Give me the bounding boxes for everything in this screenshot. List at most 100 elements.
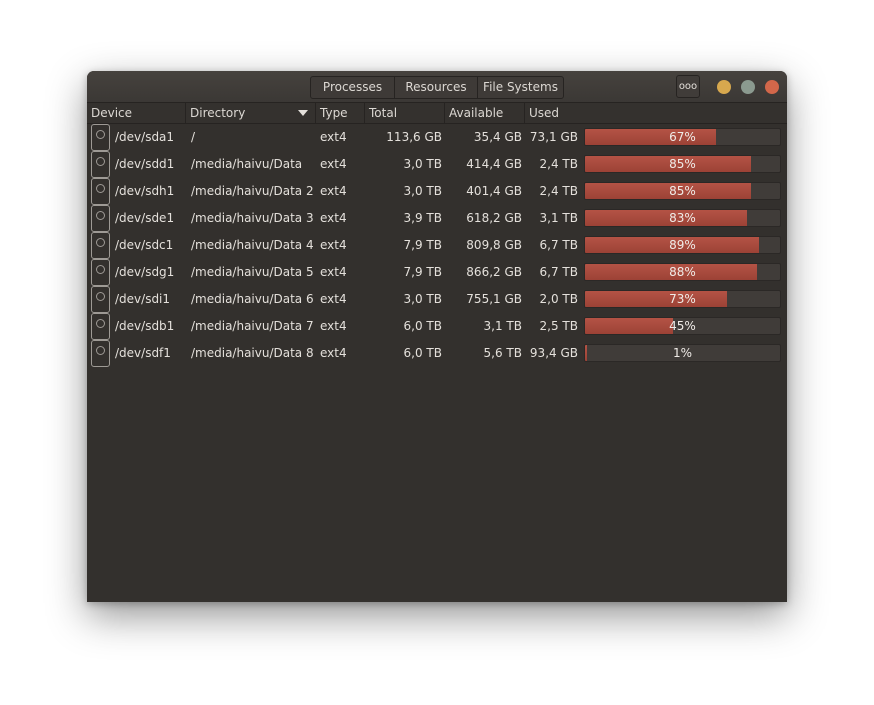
- table-header: Device Directory Type Total Available Us…: [87, 103, 787, 124]
- total-cell: 3,0 TB: [403, 292, 442, 306]
- total-cell: 3,0 TB: [403, 184, 442, 198]
- table-row[interactable]: /dev/sdb1 /media/haivu/Data 7 ext4 6,0 T…: [87, 313, 787, 340]
- available-cell: 755,1 GB: [466, 292, 522, 306]
- usage-percent: 45%: [669, 319, 696, 333]
- menu-button[interactable]: ooo: [676, 75, 700, 98]
- usage-bar: 83%: [584, 209, 781, 227]
- total-cell: 6,0 TB: [403, 319, 442, 333]
- type-cell: ext4: [320, 238, 347, 252]
- usage-bar: 45%: [584, 317, 781, 335]
- directory-cell: /media/haivu/Data: [191, 157, 303, 171]
- table-row[interactable]: /dev/sdi1 /media/haivu/Data 6 ext4 3,0 T…: [87, 286, 787, 313]
- used-cell: 2,5 TB: [539, 319, 578, 333]
- type-cell: ext4: [320, 130, 347, 144]
- more-icon: ooo: [678, 81, 698, 92]
- maximize-button[interactable]: [741, 80, 755, 94]
- type-cell: ext4: [320, 319, 347, 333]
- usage-percent: 83%: [669, 211, 696, 225]
- table-row[interactable]: /dev/sdf1 /media/haivu/Data 8 ext4 6,0 T…: [87, 340, 787, 367]
- usage-percent: 67%: [669, 130, 696, 144]
- directory-cell: /media/haivu/Data 3: [191, 211, 314, 225]
- hard-disk-icon: [91, 340, 110, 367]
- directory-cell: /: [191, 130, 196, 144]
- system-monitor-window: Processes Resources File Systems ooo Dev…: [87, 71, 787, 602]
- hard-disk-icon: [91, 178, 110, 205]
- used-cell: 2,4 TB: [539, 157, 578, 171]
- hard-disk-icon: [91, 232, 110, 259]
- device-cell: /dev/sda1: [115, 130, 175, 144]
- tab-resources[interactable]: Resources: [395, 77, 478, 98]
- usage-bar: 73%: [584, 290, 781, 308]
- close-button[interactable]: [765, 80, 779, 94]
- used-cell: 73,1 GB: [529, 130, 578, 144]
- column-header-available[interactable]: Available: [445, 103, 525, 123]
- device-cell: /dev/sde1: [115, 211, 175, 225]
- used-cell: 3,1 TB: [539, 211, 578, 225]
- hard-disk-icon: [91, 286, 110, 313]
- column-header-device[interactable]: Device: [87, 103, 186, 123]
- directory-cell: /media/haivu/Data 5: [191, 265, 314, 279]
- column-header-total[interactable]: Total: [365, 103, 445, 123]
- hard-disk-icon: [91, 259, 110, 286]
- total-cell: 6,0 TB: [403, 346, 442, 360]
- sort-descending-icon: [298, 110, 308, 116]
- tab-processes[interactable]: Processes: [311, 77, 395, 98]
- hard-disk-icon: [91, 124, 110, 151]
- type-cell: ext4: [320, 211, 347, 225]
- type-cell: ext4: [320, 292, 347, 306]
- usage-percent: 85%: [669, 184, 696, 198]
- usage-percent: 88%: [669, 265, 696, 279]
- device-cell: /dev/sdi1: [115, 292, 171, 306]
- available-cell: 866,2 GB: [466, 265, 522, 279]
- device-cell: /dev/sdg1: [115, 265, 175, 279]
- type-cell: ext4: [320, 265, 347, 279]
- titlebar: Processes Resources File Systems ooo: [87, 71, 787, 103]
- table-row[interactable]: /dev/sdd1 /media/haivu/Data ext4 3,0 TB …: [87, 151, 787, 178]
- type-cell: ext4: [320, 157, 347, 171]
- hard-disk-icon: [91, 205, 110, 232]
- directory-cell: /media/haivu/Data 7: [191, 319, 314, 333]
- directory-cell: /media/haivu/Data 2: [191, 184, 314, 198]
- usage-bar: 89%: [584, 236, 781, 254]
- column-header-used[interactable]: Used: [525, 103, 787, 123]
- hard-disk-icon: [91, 313, 110, 340]
- type-cell: ext4: [320, 346, 347, 360]
- table-row[interactable]: /dev/sda1 / ext4 113,6 GB 35,4 GB 73,1 G…: [87, 124, 787, 151]
- column-header-directory[interactable]: Directory: [186, 103, 316, 123]
- tab-file-systems[interactable]: File Systems: [478, 77, 563, 98]
- available-cell: 3,1 TB: [483, 319, 522, 333]
- total-cell: 3,9 TB: [403, 211, 442, 225]
- directory-cell: /media/haivu/Data 4: [191, 238, 314, 252]
- used-cell: 2,0 TB: [539, 292, 578, 306]
- table-row[interactable]: /dev/sdh1 /media/haivu/Data 2 ext4 3,0 T…: [87, 178, 787, 205]
- device-cell: /dev/sdc1: [115, 238, 174, 252]
- usage-bar: 1%: [584, 344, 781, 362]
- available-cell: 5,6 TB: [483, 346, 522, 360]
- table-row[interactable]: /dev/sdc1 /media/haivu/Data 4 ext4 7,9 T…: [87, 232, 787, 259]
- available-cell: 35,4 GB: [473, 130, 522, 144]
- minimize-button[interactable]: [717, 80, 731, 94]
- used-cell: 93,4 GB: [529, 346, 578, 360]
- table-row[interactable]: /dev/sde1 /media/haivu/Data 3 ext4 3,9 T…: [87, 205, 787, 232]
- available-cell: 618,2 GB: [466, 211, 522, 225]
- device-cell: /dev/sdd1: [115, 157, 175, 171]
- hard-disk-icon: [91, 151, 110, 178]
- available-cell: 401,4 GB: [466, 184, 522, 198]
- device-cell: /dev/sdf1: [115, 346, 171, 360]
- usage-percent: 73%: [669, 292, 696, 306]
- directory-cell: /media/haivu/Data 8: [191, 346, 314, 360]
- file-system-list: /dev/sda1 / ext4 113,6 GB 35,4 GB 73,1 G…: [87, 124, 787, 367]
- total-cell: 7,9 TB: [403, 238, 442, 252]
- view-switcher: Processes Resources File Systems: [310, 76, 564, 99]
- available-cell: 809,8 GB: [466, 238, 522, 252]
- column-header-type[interactable]: Type: [316, 103, 365, 123]
- total-cell: 3,0 TB: [403, 157, 442, 171]
- usage-bar: 85%: [584, 182, 781, 200]
- used-cell: 2,4 TB: [539, 184, 578, 198]
- used-cell: 6,7 TB: [539, 265, 578, 279]
- usage-percent: 1%: [672, 346, 693, 360]
- total-cell: 7,9 TB: [403, 265, 442, 279]
- total-cell: 113,6 GB: [386, 130, 442, 144]
- type-cell: ext4: [320, 184, 347, 198]
- table-row[interactable]: /dev/sdg1 /media/haivu/Data 5 ext4 7,9 T…: [87, 259, 787, 286]
